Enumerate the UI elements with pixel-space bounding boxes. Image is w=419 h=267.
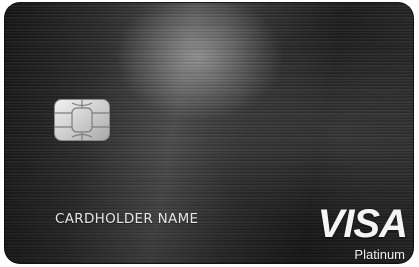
emv-chip-icon bbox=[54, 99, 110, 141]
card-tier-label: Platinum bbox=[354, 247, 405, 262]
cardholder-name: CARDHOLDER NAME bbox=[55, 211, 199, 227]
visa-logo: VISA bbox=[317, 202, 408, 246]
credit-card: CARDHOLDER NAME VISA Platinum bbox=[4, 2, 414, 264]
